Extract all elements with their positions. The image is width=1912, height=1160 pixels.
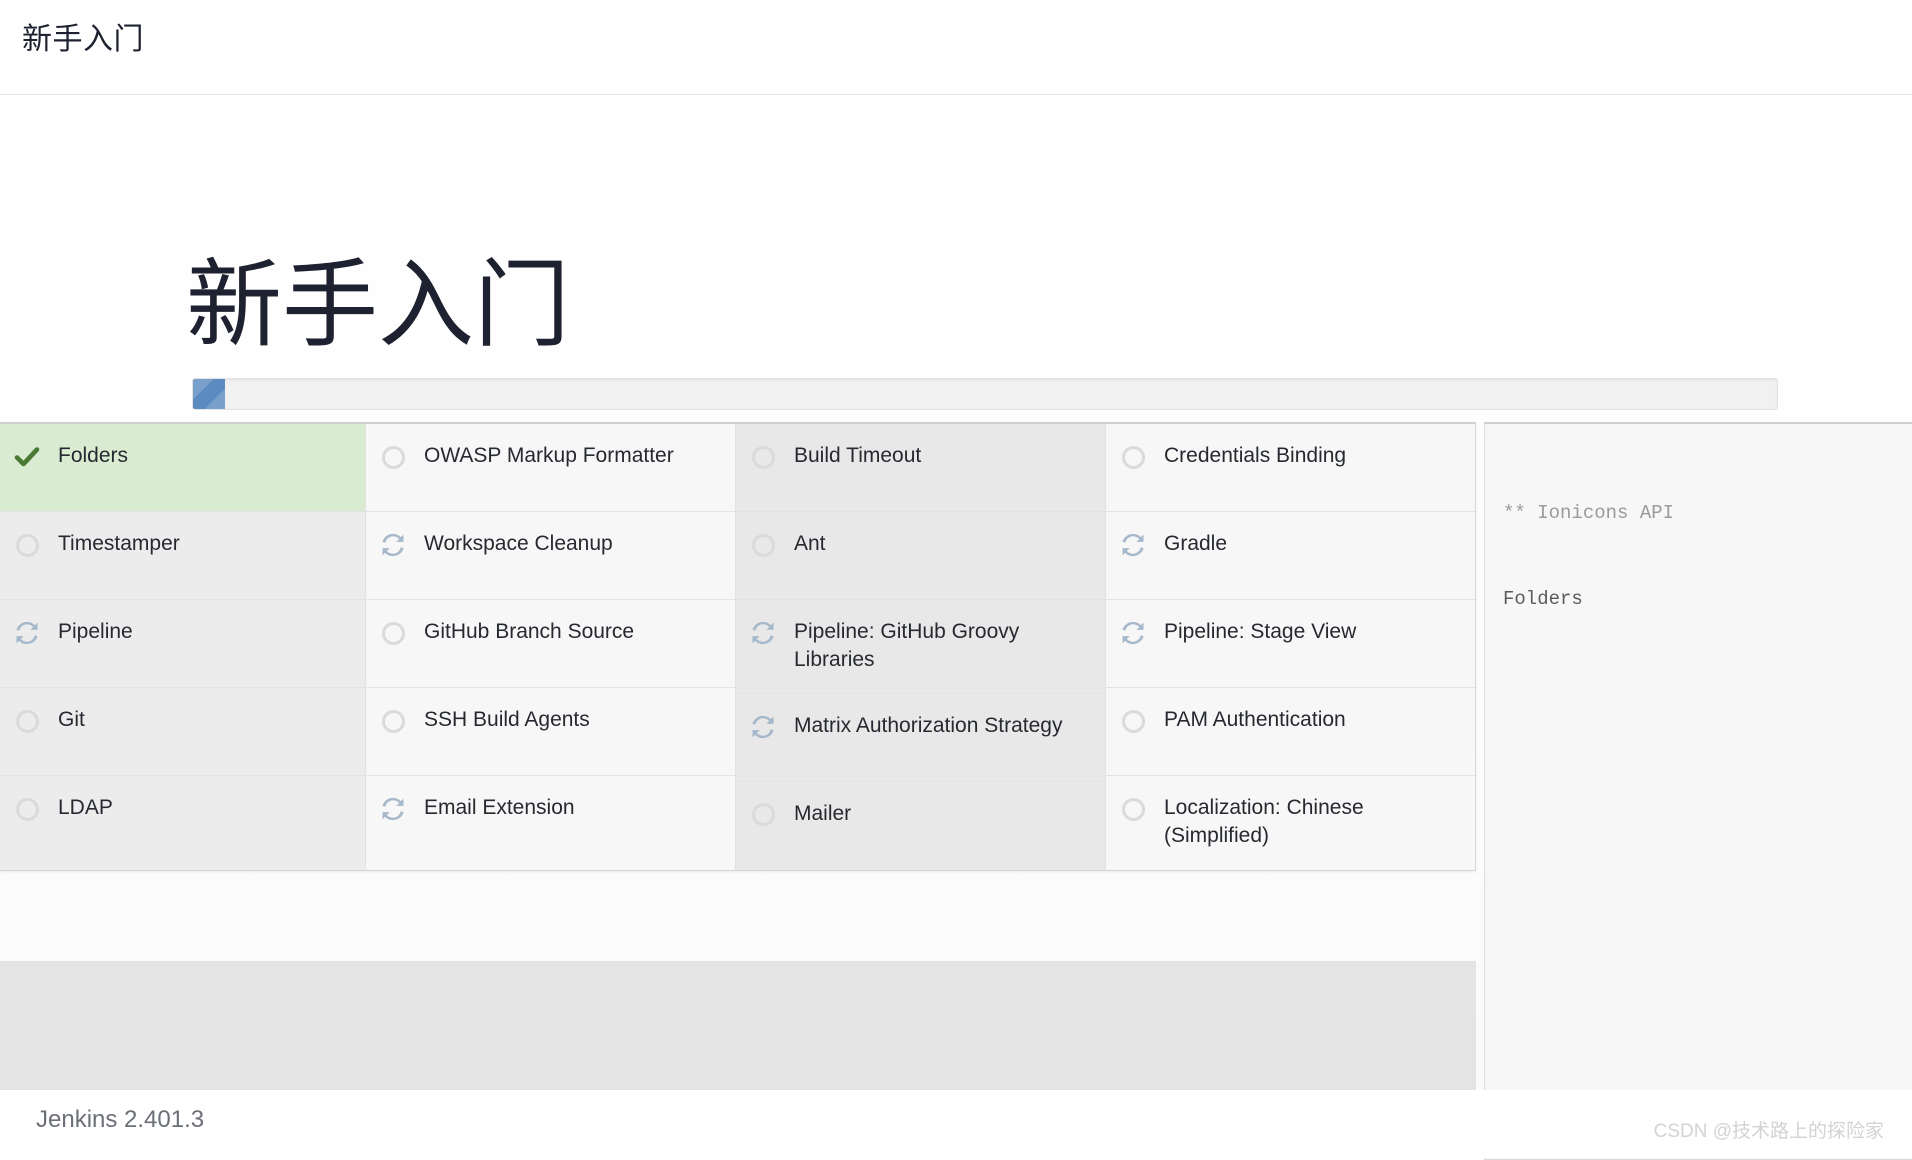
pending-circle	[1122, 798, 1145, 821]
install-log-panel[interactable]: ** Ionicons API Folders	[1484, 422, 1912, 1116]
sync-icon	[748, 712, 778, 742]
circle-icon	[1118, 706, 1148, 736]
plugin-column-2: OWASP Markup Formatter Workspace Cleanup G…	[366, 424, 736, 870]
top-app-bar: 新手入门	[0, 0, 1912, 95]
circle-icon	[378, 706, 408, 736]
install-progress-fill	[193, 379, 225, 409]
plugin-name: Pipeline	[58, 618, 133, 646]
circle-icon	[1118, 794, 1148, 824]
plugin-row: Build Timeout	[736, 424, 1105, 512]
pending-circle	[752, 534, 775, 557]
circle-icon	[748, 800, 778, 830]
sync-icon	[1118, 618, 1148, 648]
circle-icon	[12, 530, 42, 560]
check-icon	[12, 442, 42, 472]
plugin-row: PAM Authentication	[1106, 688, 1475, 776]
plugin-name: Mailer	[794, 800, 851, 828]
plugin-install-grid: Folders Timestamper Pipeline Git LDAP OWASP M…	[0, 422, 1476, 871]
plugin-name: Build Timeout	[794, 442, 921, 470]
plugin-row: Pipeline	[0, 600, 365, 688]
plugin-row: LDAP	[0, 776, 365, 864]
plugin-name: Timestamper	[58, 530, 180, 558]
pending-circle	[752, 803, 775, 826]
pending-circle	[1122, 710, 1145, 733]
plugin-name: Gradle	[1164, 530, 1227, 558]
circle-icon	[748, 442, 778, 472]
install-log-text: ** Ionicons API Folders	[1485, 424, 1912, 670]
plugin-name: Email Extension	[424, 794, 575, 822]
circle-icon	[378, 618, 408, 648]
plugin-name: Ant	[794, 530, 826, 558]
plugin-name: LDAP	[58, 794, 113, 822]
plugin-name: Credentials Binding	[1164, 442, 1346, 470]
circle-icon	[1118, 442, 1148, 472]
pending-circle	[382, 622, 405, 645]
circle-icon	[378, 442, 408, 472]
sync-icon	[378, 794, 408, 824]
jenkins-version-label: Jenkins 2.401.3	[36, 1106, 204, 1134]
pending-circle	[382, 710, 405, 733]
plugin-column-3: Build Timeout Ant Pipeline: GitHub Groovy …	[736, 424, 1106, 870]
plugin-row: SSH Build Agents	[366, 688, 735, 776]
plugin-row: Pipeline: Stage View	[1106, 600, 1475, 688]
page-title: 新手入门	[186, 258, 570, 354]
csdn-watermark: CSDN @技术路上的探险家	[1654, 1116, 1884, 1143]
plugin-name: Localization: Chinese (Simplified)	[1164, 794, 1459, 851]
log-line-dependency: ** Ionicons API	[1503, 499, 1896, 528]
app-bar-title: 新手入门	[22, 14, 144, 58]
plugin-row: Localization: Chinese (Simplified)	[1106, 776, 1475, 869]
page-footer: Jenkins 2.401.3 CSDN @技术路上的探险家	[0, 1090, 1912, 1158]
setup-wizard-canvas: 新手入门 Folders Timestamper Pipeline Git LDAP OW…	[0, 96, 1912, 1158]
plugin-row: Folders	[0, 424, 365, 512]
pending-circle	[16, 798, 39, 821]
log-line-current: Folders	[1503, 585, 1896, 614]
pending-circle	[16, 710, 39, 733]
plugin-row: Email Extension	[366, 776, 735, 864]
circle-icon	[12, 706, 42, 736]
plugin-row: Git	[0, 688, 365, 776]
plugin-name: SSH Build Agents	[424, 706, 590, 734]
plugin-row: OWASP Markup Formatter	[366, 424, 735, 512]
plugin-name: Workspace Cleanup	[424, 530, 613, 558]
sync-icon	[1118, 530, 1148, 560]
plugin-name: Git	[58, 706, 85, 734]
plugin-row: Matrix Authorization Strategy	[736, 694, 1105, 782]
plugin-column-4: Credentials Binding Gradle Pipeline: Stage…	[1106, 424, 1476, 870]
plugin-row: GitHub Branch Source	[366, 600, 735, 688]
plugin-row: Ant	[736, 512, 1105, 600]
plugin-name: Folders	[58, 442, 128, 470]
plugin-row: Mailer	[736, 782, 1105, 870]
sync-icon	[378, 530, 408, 560]
pending-circle	[1122, 446, 1145, 469]
plugin-row: Pipeline: GitHub Groovy Libraries	[736, 600, 1105, 694]
plugin-row: Credentials Binding	[1106, 424, 1475, 512]
pending-circle	[16, 534, 39, 557]
pending-circle	[752, 446, 775, 469]
plugin-name: GitHub Branch Source	[424, 618, 634, 646]
pending-circle	[382, 446, 405, 469]
plugin-row: Timestamper	[0, 512, 365, 600]
sync-icon	[748, 618, 778, 648]
sync-icon	[12, 618, 42, 648]
install-progress-bar	[192, 378, 1778, 410]
circle-icon	[748, 530, 778, 560]
circle-icon	[12, 794, 42, 824]
plugin-name: OWASP Markup Formatter	[424, 442, 674, 470]
plugin-name: Pipeline: Stage View	[1164, 618, 1356, 646]
plugin-name: PAM Authentication	[1164, 706, 1346, 734]
plugin-name: Matrix Authorization Strategy	[794, 712, 1062, 740]
plugin-column-1: Folders Timestamper Pipeline Git LDAP	[0, 424, 366, 870]
plugin-row: Workspace Cleanup	[366, 512, 735, 600]
plugin-name: Pipeline: GitHub Groovy Libraries	[794, 618, 1089, 675]
plugin-row: Gradle	[1106, 512, 1475, 600]
